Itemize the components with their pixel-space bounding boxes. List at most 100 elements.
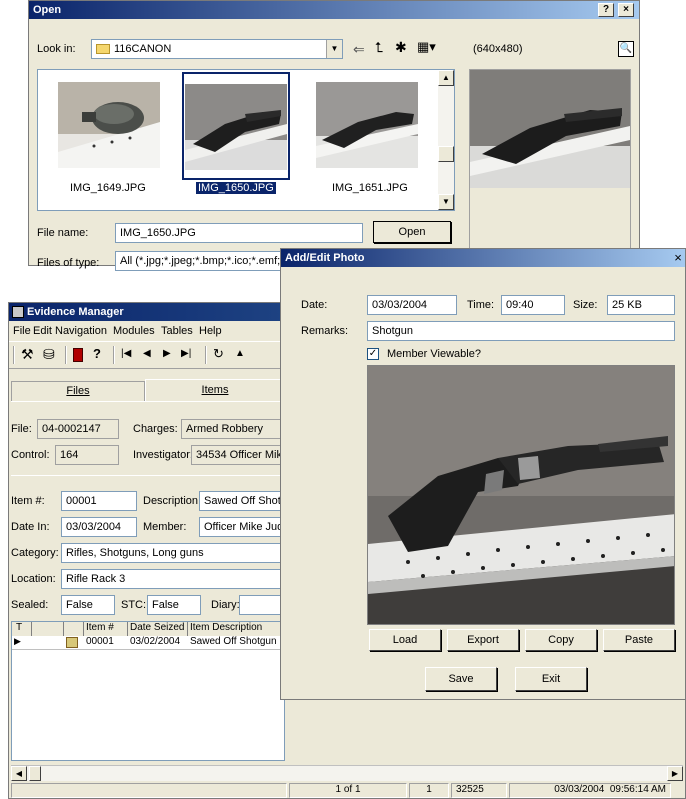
stc-label: STC: (121, 599, 147, 611)
look-in-select[interactable]: 116CANON ▼ (91, 39, 343, 59)
thumbnail-img-1649[interactable] (58, 82, 160, 168)
photo-preview (367, 365, 675, 625)
row-pointer-icon: ▶ (14, 636, 21, 646)
charges-value: Armed Robbery (181, 419, 285, 439)
preview-image (470, 70, 630, 188)
menu-modules[interactable]: Modules (113, 325, 155, 337)
up-folder-icon[interactable]: ⮤ (375, 39, 383, 56)
investigator-value: 34534 Officer Mike (191, 445, 285, 465)
menu-navigation[interactable]: Navigation (55, 325, 107, 337)
remarks-field[interactable]: Shotgun (367, 321, 675, 341)
stc-field[interactable]: False (147, 595, 201, 615)
new-folder-icon[interactable]: ✱ (395, 39, 407, 56)
tools-icon[interactable]: ⚒ (21, 346, 34, 363)
files-of-type-select[interactable]: All (*.jpg;*.jpeg;*.bmp;*.ico;*.emf; (115, 251, 285, 271)
item-label: Item #: (11, 495, 45, 507)
close-button[interactable]: × (618, 3, 634, 17)
shotgun-photo-thumb (185, 84, 287, 170)
load-button[interactable]: Load (369, 629, 441, 651)
investigator-label: Investigator: (133, 449, 193, 461)
menu-bar: File Edit Navigation Modules Tables Help (9, 322, 289, 340)
view-menu-icon[interactable]: ▦▾ (417, 39, 436, 55)
open-dialog: Open ? × Look in: 116CANON ▼ ⇐ ⮤ ✱ ▦▾ (6… (28, 0, 640, 271)
file-name-input[interactable]: IMG_1650.JPG (115, 223, 363, 243)
back-arrow-icon[interactable]: ⇐ (353, 41, 365, 58)
date-field[interactable]: 03/03/2004 (367, 295, 457, 315)
location-field[interactable]: Rifle Rack 3 (61, 569, 285, 589)
database-icon[interactable]: ⛁ (43, 346, 55, 363)
size-label: Size: (573, 299, 598, 311)
toolbar: ⚒ ⛁ ? |◀ ◀ ▶ ▶| ↻ ▲ (9, 341, 289, 369)
member-field[interactable]: Officer Mike Judc (199, 517, 285, 537)
exit-button[interactable]: Exit (515, 667, 587, 691)
control-label: Control: (11, 449, 50, 461)
date-in-field[interactable]: 03/03/2004 (61, 517, 137, 537)
file-name-label: File name: (37, 227, 89, 239)
thumbnail-img-1650[interactable] (182, 72, 290, 180)
app-icon (12, 306, 24, 318)
record-icon[interactable] (73, 348, 83, 362)
first-record-icon[interactable]: |◀ (121, 348, 131, 359)
menu-tables[interactable]: Tables (161, 325, 193, 337)
help-icon[interactable]: ? (93, 346, 101, 361)
row-item: 00001 (86, 636, 114, 647)
preview-toggle-icon[interactable]: 🔍 (618, 41, 634, 57)
photo-icon (66, 637, 78, 648)
next-record-icon[interactable]: ▶ (163, 348, 171, 359)
table-row[interactable]: ▶ 00001 03/02/2004 Sawed Off Shotgun (12, 636, 284, 650)
col-icon[interactable] (64, 622, 84, 636)
control-value: 164 (55, 445, 119, 465)
sealed-field[interactable]: False (61, 595, 115, 615)
prev-record-icon[interactable]: ◀ (143, 348, 151, 359)
col-t[interactable]: T (12, 622, 32, 636)
col-blank[interactable] (32, 622, 64, 636)
items-grid[interactable]: T Item # Date Seized Item Description ▶ … (11, 621, 285, 761)
open-button[interactable]: Open (373, 221, 451, 243)
item-number-field[interactable]: 00001 (61, 491, 137, 511)
tab-items[interactable]: Items (145, 379, 285, 401)
look-in-label: Look in: (37, 43, 76, 55)
size-field[interactable]: 25 KB (607, 295, 675, 315)
category-field[interactable]: Rifles, Shotguns, Long guns (61, 543, 285, 563)
grenade-photo (58, 82, 160, 168)
col-date-seized[interactable]: Date Seized (128, 622, 188, 636)
col-description[interactable]: Item Description (188, 622, 284, 636)
diary-field[interactable] (239, 595, 285, 615)
time-field[interactable]: 09:40 (501, 295, 565, 315)
file-value: 04-0002147 (37, 419, 119, 439)
sealed-label: Sealed: (11, 599, 49, 611)
export-button[interactable]: Export (447, 629, 519, 651)
save-button[interactable]: Save (425, 667, 497, 691)
file-list-scrollbar[interactable]: ▲ ▼ (438, 70, 454, 210)
row-description: Sawed Off Shotgun (190, 636, 277, 647)
folder-icon (96, 44, 110, 54)
member-viewable-checkbox[interactable]: ✓ (367, 348, 379, 360)
description-label: Description: (143, 495, 202, 507)
shotgun-photo-thumb-2 (316, 82, 418, 168)
thumbnail-img-1651[interactable] (316, 82, 418, 168)
status-bar: 1 of 1 1 32525 03/03/2004 09:56:14 AM (9, 783, 685, 798)
window-title: Evidence Manager (27, 306, 124, 318)
menu-file[interactable]: File (13, 325, 31, 337)
tab-files-label: Files (66, 385, 90, 397)
category-label: Category: (11, 547, 59, 559)
col-item[interactable]: Item # (84, 622, 128, 636)
status-record: 1 of 1 (289, 783, 407, 798)
tab-files[interactable]: Files (11, 381, 145, 401)
close-icon[interactable]: × (671, 251, 685, 265)
menu-help[interactable]: Help (199, 325, 222, 337)
last-record-icon[interactable]: ▶| (181, 348, 191, 359)
chevron-down-icon[interactable]: ▼ (326, 40, 342, 58)
help-button[interactable]: ? (598, 3, 614, 17)
file-label: File: (11, 423, 32, 435)
row-date-seized: 03/02/2004 (130, 636, 181, 647)
up-icon[interactable]: ▲ (235, 348, 245, 359)
refresh-icon[interactable]: ↻ (213, 346, 224, 362)
paste-button[interactable]: Paste (603, 629, 675, 651)
thumbnail-label: IMG_1649.JPG (70, 182, 146, 194)
horizontal-scrollbar[interactable]: ◀ ▶ (11, 765, 683, 781)
copy-button[interactable]: Copy (525, 629, 597, 651)
description-field[interactable]: Sawed Off Shotg (199, 491, 285, 511)
menu-edit[interactable]: Edit (33, 325, 52, 337)
file-list[interactable]: IMG_1649.JPG IMG_1650.JPG IMG_1651.JPG ▲… (37, 69, 455, 211)
